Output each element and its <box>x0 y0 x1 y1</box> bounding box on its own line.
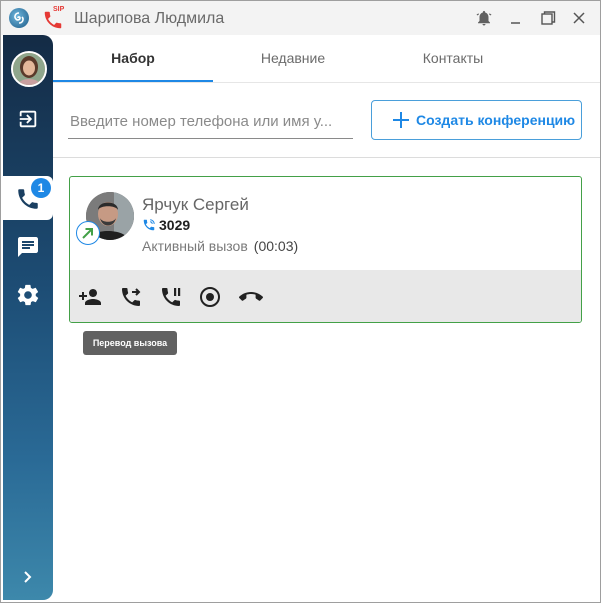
close-icon[interactable] <box>570 9 588 27</box>
app-logo-icon <box>9 8 29 28</box>
tab-contacts[interactable]: Контакты <box>373 35 533 82</box>
tab-recent[interactable]: Недавние <box>213 35 373 82</box>
hangup-icon[interactable] <box>238 285 263 309</box>
contact-number-row: 3029 <box>142 217 190 233</box>
call-timer: (00:03) <box>253 238 299 254</box>
create-conference-label: Создать конференцию <box>416 112 576 128</box>
sidebar: 1 <box>3 35 53 600</box>
title-bar: SIP Шарипова Людмила <box>1 1 600 35</box>
bell-icon[interactable] <box>475 9 493 27</box>
maximize-icon[interactable] <box>539 9 557 27</box>
call-actions-bar <box>70 270 581 322</box>
user-avatar[interactable] <box>11 51 47 87</box>
create-conference-button[interactable]: Создать конференцию <box>371 100 582 140</box>
search-input[interactable] <box>68 106 353 136</box>
app-window: SIP Шарипова Людмила 1 Набор Недавние Ко… <box>0 0 601 603</box>
sip-phone-icon: SIP <box>42 6 66 30</box>
transfer-call-icon[interactable] <box>119 285 143 309</box>
logout-button[interactable] <box>3 97 53 141</box>
sidebar-item-calls[interactable]: 1 <box>3 176 53 220</box>
minimize-icon[interactable] <box>507 9 525 27</box>
call-status: Активный вызов (00:03) <box>142 238 298 254</box>
calls-badge: 1 <box>31 178 51 198</box>
outgoing-call-arrow-icon <box>76 221 100 245</box>
sip-label: SIP <box>53 6 65 13</box>
plus-icon <box>393 112 409 128</box>
active-call-card: Ярчук Сергей 3029 Активный вызов (00:03) <box>69 176 582 323</box>
sidebar-item-chat[interactable] <box>3 224 53 268</box>
add-participant-icon[interactable] <box>78 285 102 309</box>
sidebar-item-settings[interactable] <box>3 272 53 316</box>
contact-number: 3029 <box>159 217 191 233</box>
hold-call-icon[interactable] <box>159 285 183 309</box>
tooltip-transfer: Перевод вызова <box>83 331 177 355</box>
search-field <box>68 106 353 139</box>
chevron-right-icon <box>24 571 32 583</box>
phone-ringing-icon <box>143 219 155 231</box>
divider <box>53 157 600 158</box>
window-title: Шарипова Людмила <box>74 10 225 27</box>
expand-sidebar-button[interactable] <box>3 559 53 595</box>
contact-name: Ярчук Сергей <box>142 195 249 214</box>
call-status-text: Активный вызов <box>142 238 248 254</box>
tab-bar: Набор Недавние Контакты <box>53 35 600 83</box>
record-icon[interactable] <box>198 285 222 309</box>
tab-dial[interactable]: Набор <box>53 35 213 82</box>
